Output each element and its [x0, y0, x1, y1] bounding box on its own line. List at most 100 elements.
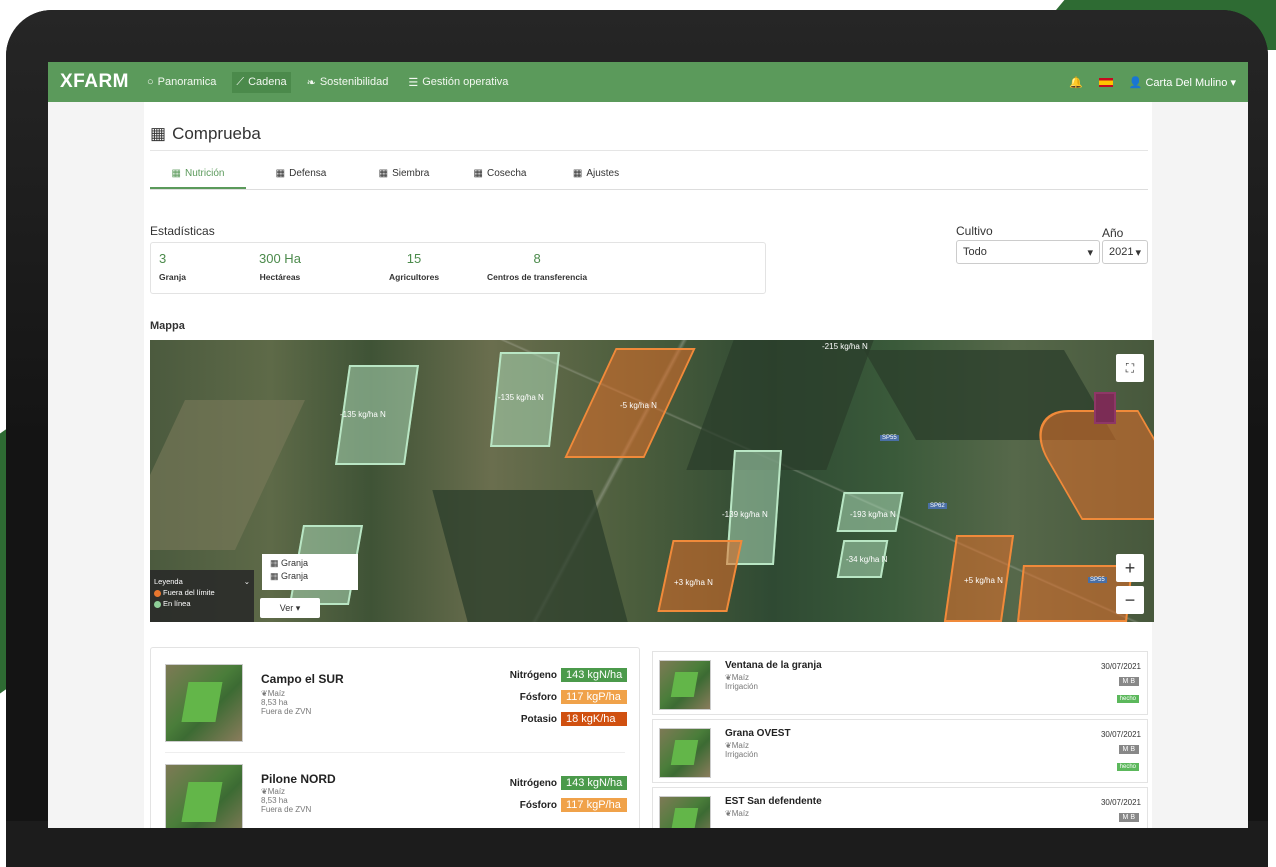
satellite-map[interactable]: -135 kg/ha N -135 kg/ha N -5 kg/ha N -21… [150, 340, 1154, 622]
nav-right: 🔔 👤 Carta Del Mulino ▾ [1069, 76, 1236, 89]
road-label: SP55 [880, 435, 899, 441]
field-label: -135 kg/ha N [340, 410, 386, 419]
tab-bar: ▦ Nutrición ▦ Defensa ▦ Siembra ▦ Cosecha ▦ A… [150, 162, 1148, 190]
field-label: -139 kg/ha N [722, 510, 768, 519]
activity-name: EST San defendente [725, 796, 822, 807]
activity-thumbnail [659, 660, 711, 710]
map-legend: Leyenda ⌄ Fuera del límite En línea [150, 570, 254, 622]
stat-label: Agricultores [389, 272, 440, 282]
field-thumbnail [165, 764, 243, 828]
bell-icon[interactable]: 🔔 [1069, 76, 1083, 89]
legend-item: Fuera del límite [154, 587, 250, 598]
nav-item-gestion[interactable]: ☰ Gestión operativa [404, 72, 512, 93]
tab-nutricion[interactable]: ▦ Nutrición [150, 162, 246, 189]
side-margin [1152, 102, 1248, 828]
map-field[interactable] [657, 540, 743, 612]
stat-value: 8 [533, 251, 541, 266]
activity-date: 30/07/2021 [1100, 730, 1141, 739]
nav-label: Gestión operativa [422, 76, 509, 88]
nav-item-sostenibilidad[interactable]: ❧ Sostenibilidad [303, 72, 393, 93]
nutrient-row: Potasio 18 kgK/ha [499, 712, 627, 726]
nav-item-cadena[interactable]: ⟋ Cadena [232, 71, 291, 93]
field-list: Campo el SUR ❦Maíz 8,53 ha Fuera de ZVN … [150, 647, 640, 828]
field-name: Campo el SUR [261, 672, 344, 686]
zoom-in-button[interactable]: + [1116, 554, 1144, 582]
leaf-icon: ❦ [725, 741, 732, 750]
nutrient-row: Fósforo 117 kgP/ha [499, 798, 627, 812]
field-label: +3 kg/ha N [674, 578, 713, 587]
status-badge: hecho [1116, 763, 1139, 771]
brand-logo[interactable]: XFARM [60, 71, 129, 93]
green-dot-icon [154, 600, 161, 608]
year-select-value: 2021 [1109, 246, 1134, 258]
stats-panel: 3 Granja 300 Ha Hectáreas 15 Agricultore… [150, 242, 766, 294]
layer-menu: ▦ Granja ▦ Granja [262, 554, 358, 590]
activity-meta: ❦Maíz Irrigación [725, 673, 758, 691]
tab-defensa[interactable]: ▦ Defensa [246, 162, 356, 189]
activity-thumbnail [659, 796, 711, 828]
field-card[interactable]: Pilone NORD ❦Maíz 8,53 ha Fuera de ZVN N… [151, 756, 639, 828]
nutrient-label: Nitrógeno [509, 777, 557, 789]
grid-icon: ▦ [171, 168, 181, 179]
tab-cosecha[interactable]: ▦ Cosecha [452, 162, 548, 189]
ver-button[interactable]: Ver ▾ [260, 598, 320, 618]
activity-meta: ❦Maíz Irrigación [725, 741, 758, 759]
nav-item-panoramica[interactable]: ○ Panoramica [143, 72, 220, 92]
activity-card[interactable]: Ventana de la granja ❦Maíz Irrigación 30… [652, 651, 1148, 715]
field-name: Pilone NORD [261, 772, 336, 786]
user-menu[interactable]: 👤 Carta Del Mulino ▾ [1129, 76, 1236, 89]
tab-label: Cosecha [486, 168, 527, 179]
layer-option[interactable]: ▦ Granja [270, 570, 350, 583]
field-label: -135 kg/ha N [498, 393, 544, 402]
fullscreen-button[interactable]: ⛶ [1116, 354, 1144, 382]
nutrient-label: Fósforo [519, 799, 557, 811]
grid-icon: ▦ [473, 168, 483, 179]
legend-header[interactable]: Leyenda ⌄ [154, 576, 250, 587]
activity-name: Grana OVEST [725, 728, 791, 739]
map-title: Mappa [150, 320, 185, 332]
stat-label: Centros de transferencia [487, 272, 588, 282]
legend-item: En línea [154, 598, 250, 609]
screen: XFARM ○ Panoramica ⟋ Cadena ❧ Sostenibil… [48, 62, 1248, 828]
nutrient-row: Nitrógeno 143 kgN/ha [499, 668, 628, 682]
nutrient-label: Potasio [520, 713, 557, 725]
grid-icon: ▦ [378, 168, 389, 179]
crop-filter-label: Cultivo [956, 224, 993, 238]
map-field[interactable] [1094, 392, 1116, 424]
line-chart-icon: ⟋ [236, 75, 245, 88]
page-title-text: Comprueba [172, 124, 261, 143]
stat-granja: 3 Granja [159, 251, 186, 282]
nutrient-label: Nitrógeno [509, 669, 557, 681]
layer-option[interactable]: ▦ Granja [270, 557, 350, 570]
year-select[interactable]: 2021 ▾ [1102, 240, 1148, 264]
page-title: ▦ Comprueba [150, 124, 261, 144]
user-icon: 👤 [1128, 76, 1143, 89]
nutrient-badge: 143 kgN/ha [561, 668, 628, 682]
stat-value: 15 [406, 251, 422, 266]
tab-ajustes[interactable]: ▦ Ajustes [548, 162, 644, 189]
caret-down-icon: ▾ [1087, 246, 1093, 259]
nav-label: Sostenibilidad [319, 76, 389, 88]
crop-select[interactable]: Todo ▾ [956, 240, 1100, 264]
leaf-icon: ❦ [725, 673, 732, 682]
road-label: SP62 [928, 503, 947, 509]
activity-meta: ❦Maíz [725, 809, 749, 818]
activity-crop: Maíz [731, 809, 750, 818]
field-card[interactable]: Campo el SUR ❦Maíz 8,53 ha Fuera de ZVN … [151, 648, 639, 744]
spain-flag-icon[interactable] [1098, 77, 1113, 87]
activity-card[interactable]: Grana OVEST ❦Maíz Irrigación 30/07/2021 … [652, 719, 1148, 783]
activity-date: 30/07/2021 [1100, 662, 1141, 671]
nutrient-badge: 117 kgP/ha [561, 690, 627, 704]
activity-date: 30/07/2021 [1100, 798, 1141, 807]
grid-icon: ▦ [150, 124, 167, 143]
legend-label: En línea [163, 599, 191, 608]
crop-select-value: Todo [963, 246, 987, 258]
circle-icon: ○ [147, 76, 154, 88]
activity-type: Irrigación [725, 682, 758, 691]
activity-card[interactable]: EST San defendente ❦Maíz 30/07/2021 M B [652, 787, 1148, 828]
tab-siembra[interactable]: ▦ Siembra [356, 162, 452, 189]
leaf-icon: ❦ [725, 809, 732, 818]
stat-agricultores: 15 Agricultores [389, 251, 439, 282]
orange-dot-icon [154, 589, 161, 597]
zoom-out-button[interactable]: − [1116, 586, 1144, 614]
